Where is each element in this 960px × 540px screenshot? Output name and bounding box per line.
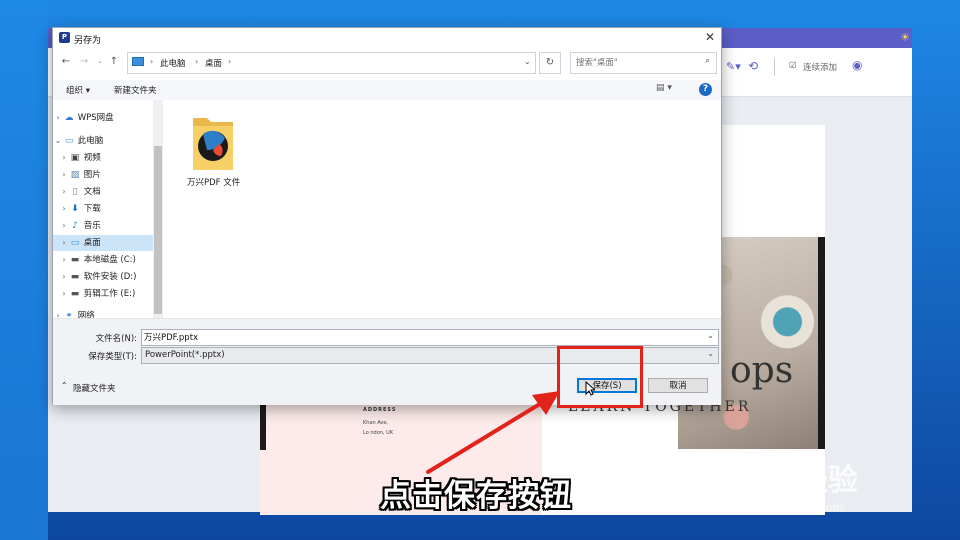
- view-options-icon[interactable]: ▤ ▾: [656, 83, 672, 93]
- dialog-title: 另存为: [74, 36, 102, 46]
- hide-folders-toggle[interactable]: 隐藏文件夹: [73, 382, 116, 394]
- continuous-add-checkbox[interactable]: ☑: [789, 61, 797, 71]
- address-dropdown-icon[interactable]: ⌄: [524, 57, 531, 66]
- filetype-label: 保存类型(T):: [88, 352, 137, 362]
- watermark-url: jingyan.baidu.com: [734, 501, 845, 514]
- chevron-right-icon[interactable]: ›: [59, 286, 69, 302]
- sidebar-item-music[interactable]: › ♪ 音乐: [59, 218, 159, 234]
- continuous-add-label: 连续添加: [803, 63, 838, 73]
- dialog-toolbar: 组织 ▾ 新建文件夹 ▤ ▾ ?: [53, 80, 721, 100]
- pointer-arrow-icon: [426, 391, 560, 474]
- up-arrow-icon[interactable]: ↑: [107, 56, 121, 67]
- sidebar-item-pictures[interactable]: › ▨ 图片: [59, 167, 159, 183]
- refresh-page-icon[interactable]: ⟲: [748, 59, 758, 73]
- address-title: ADDRESS: [363, 407, 397, 413]
- breadcrumb-separator-icon: ›: [195, 57, 199, 66]
- breadcrumb-separator-icon: ›: [228, 57, 232, 66]
- chevron-right-icon[interactable]: ›: [59, 235, 69, 251]
- sidebar-item-documents[interactable]: › ▯ 文档: [59, 184, 159, 200]
- eye-icon[interactable]: ◉: [852, 58, 862, 72]
- search-box[interactable]: ⌕: [570, 52, 717, 74]
- desktop-icon: ▭: [70, 238, 80, 248]
- breadcrumb-desktop[interactable]: 桌面: [205, 57, 222, 69]
- photo-edge: [818, 237, 825, 449]
- search-input[interactable]: [576, 55, 696, 71]
- baidu-watermark: Bai 经验 jingyan.baidu.com: [734, 455, 858, 514]
- toolbar-divider: [774, 58, 775, 76]
- address-line-2: Lo ndon, UK: [363, 430, 394, 436]
- folder-item[interactable]: [189, 114, 237, 172]
- address-line-1: Khan Ave,: [363, 420, 389, 426]
- sidebar-item-this-pc[interactable]: ⌄ ▭ 此电脑: [53, 133, 153, 149]
- refresh-icon: ↻: [545, 57, 555, 68]
- computer-icon: ▭: [64, 136, 74, 146]
- download-icon: ⬇: [71, 204, 79, 214]
- breadcrumb-this-pc[interactable]: 此电脑: [160, 57, 186, 69]
- chevron-right-icon[interactable]: ›: [59, 252, 69, 268]
- music-icon: ♪: [72, 221, 78, 231]
- document-heading: ops: [730, 350, 794, 391]
- document-icon: ▯: [72, 187, 78, 197]
- help-icon[interactable]: ?: [699, 83, 712, 96]
- filetype-value: PowerPoint(*.pptx): [145, 350, 225, 360]
- sidebar-item-videos[interactable]: › ▣ 视频: [59, 150, 159, 166]
- chevron-down-icon[interactable]: ⌄: [53, 133, 63, 149]
- recent-locations-icon[interactable]: ⌄: [93, 57, 107, 65]
- chevron-right-icon[interactable]: ›: [59, 184, 69, 200]
- drive-icon: ▬: [70, 255, 80, 265]
- back-arrow-icon[interactable]: ←: [59, 56, 73, 67]
- breadcrumb-separator-icon: ›: [150, 57, 154, 66]
- sidebar-scrollbar-thumb[interactable]: [154, 146, 162, 314]
- video-icon: ▣: [70, 153, 80, 163]
- sidebar-item-drive-d[interactable]: › ▬ 软件安装 (D:): [59, 269, 159, 285]
- search-icon[interactable]: ⌕: [705, 56, 710, 66]
- address-bar[interactable]: › 此电脑 › 桌面 › ⌄: [127, 52, 536, 74]
- folder-item-label: 万兴PDF 文件: [187, 178, 241, 188]
- refresh-button[interactable]: ↻: [539, 52, 561, 74]
- picture-icon: ▨: [70, 170, 80, 180]
- brightness-icon: ☀: [900, 31, 910, 44]
- desktop-edge: [0, 0, 48, 540]
- chevron-right-icon[interactable]: ›: [59, 167, 69, 183]
- sidebar-item-drive-c[interactable]: › ▬ 本地磁盘 (C:): [59, 252, 159, 268]
- cloud-icon: ☁: [64, 113, 74, 123]
- drive-icon: ▬: [70, 272, 80, 282]
- tutorial-caption: 点击保存按钮: [380, 478, 572, 514]
- filetype-dropdown-icon[interactable]: ⌄: [707, 349, 714, 358]
- watermark-logo: Bai 经验: [734, 463, 858, 498]
- sidebar-item-drive-e[interactable]: › ▬ 剪辑工作 (E:): [59, 286, 159, 302]
- chevron-right-icon[interactable]: ›: [59, 201, 69, 217]
- edit-dropdown-icon[interactable]: ✎▾: [726, 60, 741, 73]
- sidebar-item-downloads[interactable]: › ⬇ 下载: [59, 201, 159, 217]
- filename-dropdown-icon[interactable]: ⌄: [707, 331, 714, 340]
- filename-input[interactable]: [144, 330, 704, 343]
- file-list: [165, 100, 721, 318]
- filename-field[interactable]: ⌄: [141, 329, 719, 346]
- cancel-button[interactable]: 取消: [648, 378, 708, 393]
- new-folder-button[interactable]: 新建文件夹: [114, 84, 157, 96]
- forward-arrow-icon[interactable]: →: [77, 56, 91, 67]
- drive-icon: ▬: [70, 289, 80, 299]
- chevron-right-icon[interactable]: ›: [59, 150, 69, 166]
- chevron-right-icon[interactable]: ›: [59, 218, 69, 234]
- chevron-up-icon[interactable]: ⌃: [61, 381, 68, 390]
- filename-label: 文件名(N):: [95, 334, 137, 344]
- close-icon[interactable]: ✕: [705, 30, 715, 44]
- sidebar-item-wps-cloud[interactable]: › ☁ WPS网盘: [53, 110, 153, 126]
- organize-menu[interactable]: 组织 ▾: [66, 84, 90, 96]
- chevron-right-icon[interactable]: ›: [53, 110, 63, 126]
- navigation-pane: › ☁ WPS网盘 ⌄ ▭ 此电脑 › ▣ 视频 › ▨ 图片 › ▯ 文档 › ⬇ 下载 …: [53, 100, 163, 321]
- chevron-right-icon[interactable]: ›: [59, 269, 69, 285]
- computer-icon: [132, 57, 144, 66]
- folder-icon: [193, 118, 233, 170]
- wps-pdf-icon: P: [59, 32, 70, 43]
- sidebar-item-desktop[interactable]: › ▭ 桌面: [53, 235, 153, 251]
